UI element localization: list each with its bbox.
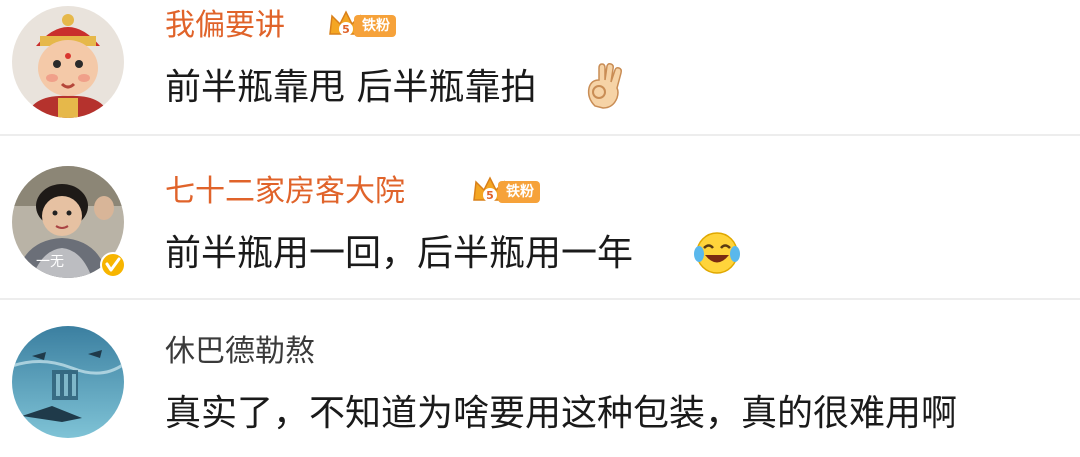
avatar[interactable]	[12, 326, 124, 438]
comment-text: 前半瓶用一回，后半瓶用一年	[165, 233, 634, 274]
badge-label: 铁粉	[498, 181, 540, 203]
comment-item: 一无 七十二家房客大院 5 铁粉 前半瓶用一回，后半瓶用一年	[0, 150, 1080, 298]
comment-text: 前半瓶靠甩 后半瓶靠拍	[165, 67, 537, 108]
avatar-image	[12, 6, 124, 118]
username[interactable]: 休巴德勒熬	[165, 332, 315, 372]
badge-level: 5	[486, 189, 494, 202]
username[interactable]: 我偏要讲	[165, 6, 285, 46]
avatar-image	[12, 326, 124, 438]
badge-level: 5	[342, 23, 350, 36]
ok-hand-emoji	[587, 63, 622, 109]
divider	[0, 134, 1080, 136]
comment-text: 真实了，不知道为啥要用这种包装，真的很难用啊	[165, 393, 958, 434]
comment-item: 休巴德勒熬 真实了，不知道为啥要用这种包装，真的很难用啊	[0, 304, 1080, 452]
verified-icon	[100, 252, 126, 278]
svg-text:一无: 一无	[36, 254, 64, 270]
comment-item: 我偏要讲 5 铁粉 前半瓶靠甩 后半瓶靠拍	[0, 0, 1080, 148]
avatar[interactable]	[12, 6, 124, 118]
badge-label: 铁粉	[354, 15, 396, 37]
laughing-crying-emoji	[694, 232, 740, 274]
divider	[0, 298, 1080, 300]
username[interactable]: 七十二家房客大院	[165, 172, 405, 212]
